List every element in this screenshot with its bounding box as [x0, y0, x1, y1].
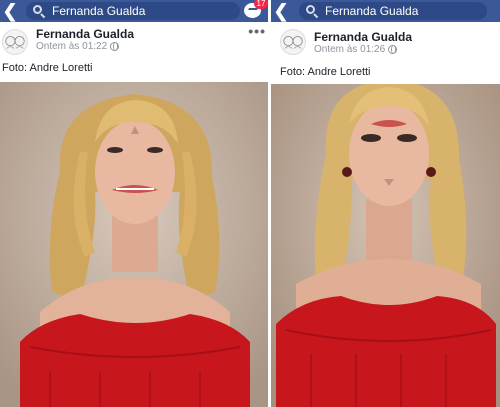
- post-timestamp[interactable]: Ontem às 01:26: [314, 44, 385, 55]
- post-photo[interactable]: [0, 82, 268, 407]
- top-bar: ❮ Fernanda Gualda: [271, 0, 500, 22]
- post-photo[interactable]: [271, 84, 500, 407]
- avatar[interactable]: [2, 29, 28, 55]
- search-icon: [32, 4, 46, 19]
- search-input[interactable]: Fernanda Gualda: [299, 2, 487, 20]
- post-caption: Foto: Andre Loretti: [2, 62, 93, 74]
- search-query: Fernanda Gualda: [52, 4, 146, 18]
- post-meta: Ontem às 01:26: [314, 44, 398, 55]
- search-icon: [305, 4, 319, 19]
- post-caption: Foto: Andre Loretti: [280, 66, 371, 78]
- globe-icon: [388, 45, 398, 54]
- messenger-badge: 17: [254, 0, 268, 9]
- top-bar: ❮ Fernanda Gualda 17: [0, 0, 268, 22]
- post-header: Fernanda Gualda Ontem às 01:22 •••: [0, 24, 268, 58]
- back-icon[interactable]: ❮: [271, 0, 291, 22]
- post-header: Fernanda Gualda Ontem às 01:26: [271, 24, 500, 58]
- back-icon[interactable]: ❮: [0, 0, 20, 22]
- author-name[interactable]: Fernanda Gualda: [36, 27, 134, 41]
- post-timestamp[interactable]: Ontem às 01:22: [36, 41, 107, 52]
- search-query: Fernanda Gualda: [325, 4, 419, 18]
- post-panel-left: ❮ Fernanda Gualda 17 Fernanda Gualda Ont…: [0, 0, 268, 407]
- messenger-icon[interactable]: 17: [242, 0, 268, 22]
- post-panel-right: ❮ Fernanda Gualda Fernanda Gualda Ontem …: [271, 0, 500, 407]
- more-icon[interactable]: •••: [248, 24, 266, 38]
- avatar[interactable]: [280, 29, 306, 55]
- globe-icon: [110, 42, 120, 51]
- author-name[interactable]: Fernanda Gualda: [314, 30, 412, 44]
- search-input[interactable]: Fernanda Gualda: [26, 2, 240, 20]
- post-meta: Ontem às 01:22: [36, 41, 120, 52]
